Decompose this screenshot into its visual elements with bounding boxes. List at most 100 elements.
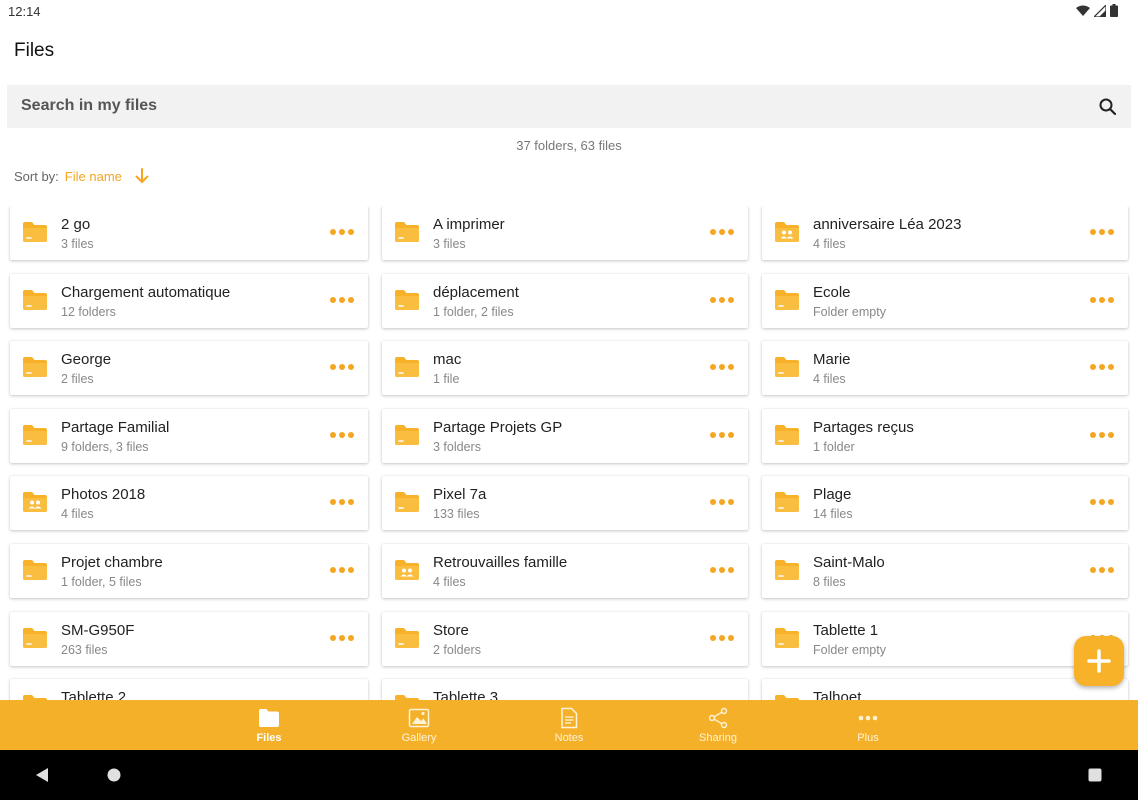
more-options-icon[interactable]	[330, 632, 354, 644]
status-time: 12:14	[8, 4, 41, 19]
folder-meta: 4 files	[61, 507, 94, 521]
folder-card[interactable]: Retrouvailles famille 4 files	[382, 544, 748, 598]
more-options-icon[interactable]	[1090, 564, 1114, 576]
image-icon	[408, 707, 430, 729]
more-options-icon[interactable]	[710, 361, 734, 373]
folder-meta: 4 files	[433, 575, 466, 589]
folder-meta: 14 files	[813, 507, 853, 521]
more-options-icon[interactable]	[1090, 496, 1114, 508]
more-options-icon[interactable]	[330, 361, 354, 373]
folder-card[interactable]: Partage Familial 9 folders, 3 files	[10, 409, 368, 463]
folder-name: Ecole	[813, 284, 851, 301]
folder-card[interactable]: A imprimer 3 files	[382, 206, 748, 260]
sort-label: Sort by:	[14, 168, 59, 184]
folder-card[interactable]: Partage Projets GP 3 folders	[382, 409, 748, 463]
folder-name: SM-G950F	[61, 622, 135, 639]
folder-file-count: 37 folders, 63 files	[516, 138, 622, 153]
folder-name: A imprimer	[433, 216, 505, 233]
nav-label: Gallery	[401, 732, 437, 744]
more-options-icon[interactable]	[710, 564, 734, 576]
folder-meta: 8 files	[813, 575, 846, 589]
shared-folder-icon	[22, 491, 48, 513]
sort-control[interactable]: Sort by: File name	[14, 167, 150, 185]
folder-name: Partage Familial	[61, 419, 170, 436]
more-options-icon[interactable]	[710, 294, 734, 306]
nav-item-notes[interactable]: Notes	[509, 700, 629, 750]
folder-name: Retrouvailles famille	[433, 554, 568, 571]
more-options-icon[interactable]	[710, 496, 734, 508]
arrow-down-icon[interactable]	[134, 167, 150, 185]
nav-item-gallery[interactable]: Gallery	[359, 700, 479, 750]
folder-card[interactable]: Ecole Folder empty	[762, 274, 1128, 328]
more-options-icon[interactable]	[710, 632, 734, 644]
more-options-icon[interactable]	[1090, 429, 1114, 441]
folder-icon	[22, 289, 48, 311]
folder-name: Projet chambre	[61, 554, 163, 571]
search-input[interactable]	[21, 97, 1021, 115]
folder-name: Marie	[813, 351, 851, 368]
folder-card[interactable]: Projet chambre 1 folder, 5 files	[10, 544, 368, 598]
search-icon[interactable]	[1097, 96, 1119, 118]
folder-card[interactable]: Photos 2018 4 files	[10, 476, 368, 530]
folder-icon	[774, 627, 800, 649]
more-options-icon[interactable]	[330, 429, 354, 441]
folder-meta: Folder empty	[813, 305, 886, 319]
folder-card[interactable]: Store 2 folders	[382, 612, 748, 666]
folder-card[interactable]: Marie 4 files	[762, 341, 1128, 395]
folder-card[interactable]: 2 go 3 files	[10, 206, 368, 260]
more-options-icon[interactable]	[710, 429, 734, 441]
more-options-icon[interactable]	[1090, 361, 1114, 373]
folder-icon	[774, 289, 800, 311]
folder-name: Plage	[813, 486, 852, 503]
folder-meta: 1 file	[433, 372, 460, 386]
search-bar[interactable]	[7, 85, 1131, 128]
folder-meta: 12 folders	[61, 305, 116, 319]
home-icon[interactable]	[106, 767, 122, 783]
shared-folder-icon	[394, 559, 420, 581]
folder-meta: 3 files	[61, 237, 94, 251]
sort-value[interactable]: File name	[65, 169, 122, 184]
folder-icon	[394, 356, 420, 378]
folder-card[interactable]: Partages reçus 1 folder	[762, 409, 1128, 463]
more-options-icon[interactable]	[710, 226, 734, 238]
folder-meta: 3 files	[433, 237, 466, 251]
folder-name: déplacement	[433, 284, 519, 301]
status-icons	[1076, 4, 1118, 17]
folder-icon	[394, 221, 420, 243]
folder-card[interactable]: mac 1 file	[382, 341, 748, 395]
add-button[interactable]	[1074, 636, 1124, 686]
folder-card[interactable]: Tablette 3	[382, 679, 748, 700]
folder-meta: 2 files	[61, 372, 94, 386]
nav-item-files[interactable]: Files	[209, 700, 329, 750]
nav-label: Notes	[554, 732, 584, 744]
folder-icon	[22, 424, 48, 446]
nav-item-sharing[interactable]: Sharing	[658, 700, 778, 750]
folder-card[interactable]: Plage 14 files	[762, 476, 1128, 530]
bottom-navigation: Files Gallery Notes Sharing Plus	[0, 700, 1138, 750]
folder-card[interactable]: SM-G950F 263 files	[10, 612, 368, 666]
folder-name: Store	[433, 622, 469, 639]
nav-label: Sharing	[699, 732, 737, 744]
more-options-icon[interactable]	[330, 496, 354, 508]
recents-icon[interactable]	[1087, 767, 1103, 783]
more-options-icon[interactable]	[1090, 294, 1114, 306]
more-options-icon[interactable]	[330, 294, 354, 306]
folder-card[interactable]: Pixel 7a 133 files	[382, 476, 748, 530]
folder-card[interactable]: George 2 files	[10, 341, 368, 395]
more-options-icon[interactable]	[330, 226, 354, 238]
folder-icon	[774, 424, 800, 446]
folder-meta: 4 files	[813, 372, 846, 386]
folder-card[interactable]: déplacement 1 folder, 2 files	[382, 274, 748, 328]
nav-item-plus[interactable]: Plus	[808, 700, 928, 750]
folder-name: Tablette 1	[813, 622, 879, 639]
more-options-icon[interactable]	[1090, 226, 1114, 238]
folder-card[interactable]: anniversaire Léa 2023 4 files	[762, 206, 1128, 260]
folder-card[interactable]: Tablette 2	[10, 679, 368, 700]
folder-name: anniversaire Léa 2023	[813, 216, 962, 233]
nav-label: Plus	[857, 732, 879, 744]
folder-card[interactable]: Chargement automatique 12 folders	[10, 274, 368, 328]
back-icon[interactable]	[34, 767, 50, 783]
more-options-icon[interactable]	[330, 564, 354, 576]
signal-icon	[1094, 4, 1106, 17]
folder-card[interactable]: Saint-Malo 8 files	[762, 544, 1128, 598]
